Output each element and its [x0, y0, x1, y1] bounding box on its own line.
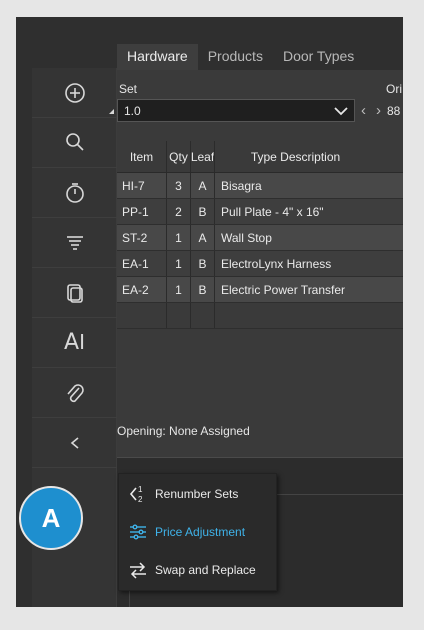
search-button[interactable] [32, 118, 117, 168]
cell-item: HI-7 [117, 173, 167, 198]
cell-qty: 2 [167, 199, 191, 224]
cell-qty: 3 [167, 173, 191, 198]
table-row-empty[interactable] [117, 303, 403, 329]
renumber-icon [70, 436, 79, 449]
callout-badge: A [19, 486, 83, 550]
empty-cell [117, 303, 167, 328]
header-item[interactable]: Item [117, 141, 167, 172]
table-row[interactable]: EA-2 1 B Electric Power Transfer E [117, 277, 403, 303]
renumber-icon: 12 [127, 483, 149, 505]
copy-button[interactable] [32, 268, 117, 318]
next-set-button[interactable]: › [376, 102, 381, 119]
set-label: Set [119, 82, 138, 96]
add-button[interactable] [32, 68, 117, 118]
filter-icon [66, 235, 83, 250]
header-type-description[interactable]: Type Description [215, 141, 403, 172]
cell-qty: 1 [167, 277, 191, 302]
cell-leaf: B [191, 277, 215, 302]
cell-leaf: B [191, 251, 215, 276]
header-leaf[interactable]: Leaf [191, 141, 215, 172]
hardware-panel: Set Ori 1.0 ‹ › 88 Item Qty Leaf Type De… [117, 70, 403, 470]
menu-item-label: Price Adjustment [155, 525, 246, 539]
cell-item: PP-1 [117, 199, 167, 224]
attach-button[interactable] [32, 368, 117, 418]
tool-popup-menu: 12 Renumber Sets Price Adjustment Swap a… [118, 473, 277, 591]
cell-qty: 1 [167, 251, 191, 276]
menu-item-label: Renumber Sets [155, 487, 239, 501]
cell-item: ST-2 [117, 225, 167, 250]
table-header: Item Qty Leaf Type Description [117, 141, 403, 173]
tab-door-types[interactable]: Door Types [273, 44, 364, 70]
hardware-table: Item Qty Leaf Type Description HI-7 3 A … [117, 141, 403, 329]
paperclip-icon [66, 383, 84, 402]
cell-leaf: A [191, 225, 215, 250]
stopwatch-icon [65, 182, 84, 203]
tab-bar: Hardware Products Door Types [117, 44, 364, 70]
filter-button[interactable] [32, 218, 117, 268]
menu-item-swap-and-replace[interactable]: Swap and Replace [119, 552, 278, 588]
search-icon [65, 132, 84, 151]
cell-description: Pull Plate - 4" x 16" [215, 199, 403, 224]
cell-description: Bisagra [215, 173, 403, 198]
cell-leaf: A [191, 173, 215, 198]
opening-status: Opening: None Assigned [117, 424, 250, 438]
cell-description: Electric Power Transfer [215, 277, 403, 302]
cell-item: EA-1 [117, 251, 167, 276]
prev-set-button[interactable]: ‹ [361, 102, 366, 119]
timer-button[interactable] [32, 168, 117, 218]
tab-hardware[interactable]: Hardware [117, 44, 198, 70]
empty-cell [191, 303, 215, 328]
copy-icon [66, 283, 83, 303]
text-cursor-icon: AI [64, 330, 85, 355]
menu-item-label: Swap and Replace [155, 563, 256, 577]
chevron-down-icon [334, 106, 348, 115]
table-row[interactable]: PP-1 2 B Pull Plate - 4" x 16" 1 [117, 199, 403, 225]
menu-item-renumber-sets[interactable]: 12 Renumber Sets [119, 476, 278, 512]
orig-label: Ori [386, 82, 402, 96]
menu-item-price-adjustment[interactable]: Price Adjustment [119, 514, 278, 550]
svg-text:1: 1 [138, 485, 143, 494]
set-dropdown[interactable]: 1.0 [117, 99, 355, 122]
price-adjustment-icon [127, 521, 149, 543]
swap-icon [127, 559, 149, 581]
tab-products[interactable]: Products [198, 44, 273, 70]
header-qty[interactable]: Qty [167, 141, 191, 172]
table-row[interactable]: ST-2 1 A Wall Stop 4 [117, 225, 403, 251]
cell-item: EA-2 [117, 277, 167, 302]
svg-text:2: 2 [138, 495, 143, 504]
text-button[interactable]: AI [32, 318, 117, 368]
cell-description: ElectroLynx Harness [215, 251, 403, 276]
set-value: 1.0 [124, 103, 141, 118]
table-row[interactable]: HI-7 3 A Bisagra T [117, 173, 403, 199]
empty-cell [167, 303, 191, 328]
orig-value: 88 [387, 104, 401, 118]
renumber-tool-button[interactable] [32, 418, 117, 468]
add-icon [64, 82, 85, 103]
cell-leaf: B [191, 199, 215, 224]
cell-description: Wall Stop [215, 225, 403, 250]
cell-qty: 1 [167, 225, 191, 250]
empty-cell [215, 303, 403, 328]
table-row[interactable]: EA-1 1 B ElectroLynx Harness C [117, 251, 403, 277]
